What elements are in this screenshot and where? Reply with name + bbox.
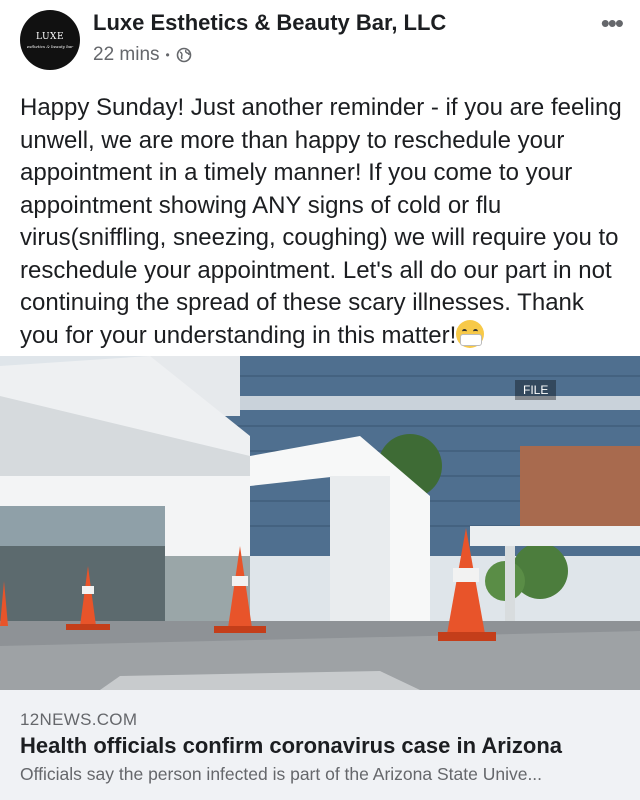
- globe-icon: [176, 47, 192, 63]
- link-domain: 12NEWS.COM: [20, 710, 138, 729]
- post-meta: 22 mins •: [93, 44, 192, 66]
- post-body: Happy Sunday! Just another reminder - if…: [20, 92, 625, 352]
- more-options-icon[interactable]: •••: [601, 8, 624, 39]
- logo-subtext: esthetics & beauty bar: [26, 43, 74, 49]
- link-title[interactable]: Health officials confirm coronavirus cas…: [20, 733, 562, 759]
- link-description: Officials say the person infected is par…: [20, 764, 543, 784]
- link-preview-image[interactable]: FILE: [0, 356, 640, 690]
- file-tag: FILE: [515, 380, 557, 400]
- post-header: LUXE esthetics & beauty bar Luxe Estheti…: [0, 0, 640, 80]
- facebook-post: LUXE esthetics & beauty bar Luxe Estheti…: [0, 0, 640, 800]
- logo-text: LUXE: [35, 31, 65, 42]
- link-preview-footer[interactable]: 12NEWS.COM Health officials confirm coro…: [0, 690, 640, 800]
- post-text: Happy Sunday! Just another reminder - if…: [20, 94, 622, 349]
- hospital-photo: [0, 356, 640, 690]
- meta-separator: •: [165, 48, 170, 62]
- post-timestamp[interactable]: 22 mins: [93, 44, 160, 66]
- page-avatar[interactable]: LUXE esthetics & beauty bar: [20, 10, 80, 70]
- page-name-link[interactable]: Luxe Esthetics & Beauty Bar, LLC: [93, 10, 446, 36]
- face-with-medical-mask-icon: [456, 319, 485, 348]
